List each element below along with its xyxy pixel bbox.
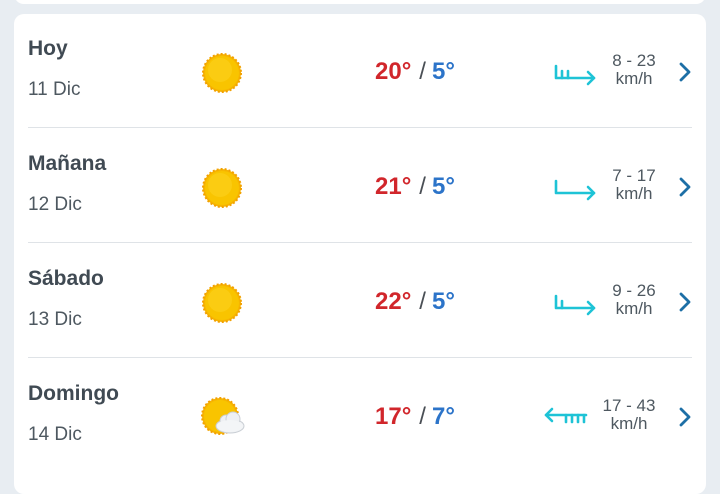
- forecast-row-sabado[interactable]: Sábado 13 Dic 22° /5° 9 - 26 km/h: [14, 244, 706, 358]
- day-label: Hoy: [28, 37, 68, 60]
- sun-icon: [202, 53, 242, 93]
- wind-arrow-right-icon: [554, 64, 596, 86]
- wind-arrow-right-icon: [554, 179, 596, 201]
- sun-cloud-icon: [201, 397, 245, 435]
- forecast-row-hoy[interactable]: Hoy 11 Dic 20° /5° 8 - 23 km/h: [14, 14, 706, 128]
- date-label: 13 Dic: [28, 309, 82, 330]
- row-divider: [28, 357, 692, 358]
- sun-icon: [202, 168, 242, 208]
- wind-info: 8 - 23 km/h: [594, 52, 674, 88]
- max-temp: 17°: [375, 403, 412, 430]
- chevron-right-icon[interactable]: [677, 405, 693, 429]
- wind-unit: km/h: [615, 184, 653, 203]
- date-label: 12 Dic: [28, 194, 82, 215]
- row-divider: [28, 127, 692, 128]
- temperature-range: 20° /5°: [375, 58, 455, 86]
- temp-separator: /: [419, 58, 426, 85]
- temp-separator: /: [419, 288, 426, 315]
- wind-info: 9 - 26 km/h: [594, 282, 674, 318]
- day-label: Domingo: [28, 382, 119, 405]
- chevron-right-icon[interactable]: [677, 175, 693, 199]
- row-divider: [28, 242, 692, 243]
- wind-arrow-left-icon: [544, 407, 588, 424]
- max-temp: 21°: [375, 173, 412, 200]
- wind-speed: 9 - 26: [612, 281, 656, 300]
- wind-unit: km/h: [615, 69, 653, 88]
- wind-info: 7 - 17 km/h: [594, 167, 674, 203]
- day-label: Mañana: [28, 152, 107, 175]
- temperature-range: 22° /5°: [375, 288, 455, 316]
- forecast-row-manana[interactable]: Mañana 12 Dic 21° /5° 7 - 17 km/h: [14, 129, 706, 243]
- forecast-row-domingo[interactable]: Domingo 14 Dic 17° /7° 17 - 43 km/h: [14, 359, 706, 473]
- max-temp: 20°: [375, 58, 412, 85]
- sun-icon: [202, 283, 242, 323]
- date-label: 11 Dic: [28, 79, 81, 100]
- temperature-range: 21° /5°: [375, 173, 455, 201]
- min-temp: 5°: [431, 58, 455, 85]
- temp-separator: /: [419, 403, 426, 430]
- min-temp: 7°: [431, 403, 455, 430]
- chevron-right-icon[interactable]: [677, 290, 693, 314]
- chevron-right-icon[interactable]: [677, 60, 693, 84]
- wind-arrow-right-icon: [554, 294, 596, 316]
- forecast-card: Hoy 11 Dic 20°/5° 8 - 23 km/h Mañana 12 …: [14, 14, 706, 494]
- wind-speed: 8 - 23: [612, 51, 656, 70]
- previous-card-edge: [14, 0, 706, 4]
- wind-speed: 7 - 17: [612, 166, 656, 185]
- wind-speed: 17 - 43: [602, 396, 656, 415]
- wind-unit: km/h: [615, 299, 653, 318]
- min-temp: 5°: [431, 288, 455, 315]
- temperature-range: 17° /7°: [375, 403, 455, 431]
- day-label: Sábado: [28, 267, 104, 290]
- min-temp: 5°: [431, 173, 455, 200]
- date-label: 14 Dic: [28, 424, 82, 445]
- temp-separator: /: [419, 173, 426, 200]
- max-temp: 22°: [375, 288, 412, 315]
- wind-unit: km/h: [610, 414, 648, 433]
- wind-info: 17 - 43 km/h: [589, 397, 669, 433]
